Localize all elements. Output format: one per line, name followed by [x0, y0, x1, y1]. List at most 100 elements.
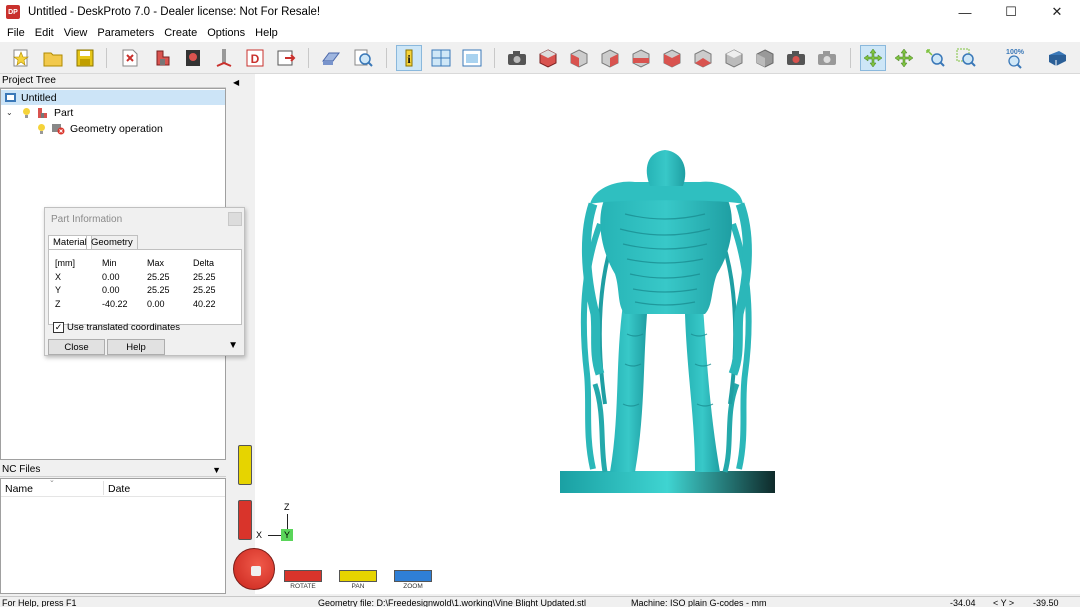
menu-create[interactable]: Create: [159, 27, 202, 39]
top-view-button[interactable]: [721, 45, 747, 71]
tree-item-untitled[interactable]: Untitled: [1, 90, 225, 105]
cube-back-icon: [601, 49, 619, 68]
open-project-button[interactable]: [40, 45, 66, 71]
bottom-view-button[interactable]: [690, 45, 716, 71]
camera-icon: [508, 51, 526, 65]
part-parameters-button[interactable]: [149, 45, 175, 71]
menu-options[interactable]: Options: [202, 27, 250, 39]
chevron-down-icon[interactable]: ⌄: [6, 108, 16, 117]
pan-mode-button[interactable]: [891, 45, 917, 71]
maximize-button[interactable]: ☐: [988, 0, 1034, 24]
zoom-control[interactable]: [394, 570, 432, 582]
table-row-z-axis: Z: [55, 299, 61, 309]
rotate-dial-center: [251, 566, 261, 576]
rotate-control[interactable]: [284, 570, 322, 582]
camera-gray-icon: [818, 51, 836, 65]
close-button[interactable]: Close: [48, 339, 105, 355]
minimize-button[interactable]: —: [942, 0, 988, 24]
simulation-button[interactable]: [318, 45, 344, 71]
translated-coordinates-checkbox[interactable]: ✓: [53, 322, 64, 333]
column-date[interactable]: Date: [108, 483, 130, 495]
pan-control[interactable]: [339, 570, 377, 582]
snapshot-button[interactable]: [814, 45, 840, 71]
tool-button[interactable]: [211, 45, 237, 71]
nc-files-title: NC Files: [2, 464, 41, 475]
rotate-arrows-icon: [863, 48, 883, 68]
rotate-mode-button[interactable]: [860, 45, 886, 71]
menu-help[interactable]: Help: [250, 27, 283, 39]
dxf-button[interactable]: D: [242, 45, 268, 71]
cutting-tool-icon: [216, 49, 232, 67]
view-window-button[interactable]: [459, 45, 485, 71]
split-view-button[interactable]: [428, 45, 454, 71]
dialog-title: Part Information: [51, 214, 123, 225]
tree-item-label: Part: [54, 106, 74, 119]
save-icon: [76, 49, 94, 67]
export-button[interactable]: [273, 45, 299, 71]
simulation-icon: [322, 52, 340, 65]
help-book-button[interactable]: [1044, 45, 1070, 71]
tree-item-geometry-operation[interactable]: Geometry operation: [1, 121, 163, 136]
save-project-button[interactable]: [72, 45, 98, 71]
front-view-button[interactable]: [566, 45, 592, 71]
shaded-view-button[interactable]: [752, 45, 778, 71]
iso-view-button[interactable]: [535, 45, 561, 71]
tree-item-part[interactable]: ⌄ Part: [1, 105, 73, 120]
close-window-button[interactable]: ✕: [1034, 0, 1080, 24]
zoom-magnifier-icon: [926, 49, 945, 67]
geometry-operation-icon: [52, 124, 65, 135]
nc-files-column-header: Name ⌄ Date: [1, 477, 225, 497]
menu-edit[interactable]: Edit: [30, 27, 59, 39]
table-row-y-delta: 25.25: [193, 285, 216, 295]
operation-parameters-button[interactable]: [180, 45, 206, 71]
cube-bottom-icon: [694, 49, 712, 68]
zoom-mode-button[interactable]: [922, 45, 948, 71]
zoom-window-button[interactable]: [953, 45, 979, 71]
rotate-slider[interactable]: [238, 500, 252, 540]
table-row-x-axis: X: [55, 272, 62, 282]
dropdown-arrow-icon[interactable]: ▼: [212, 463, 221, 477]
part-model-view: [560, 150, 775, 493]
part-information-button[interactable]: i: [396, 45, 422, 71]
main-toolbar: D i 100%: [0, 42, 1080, 74]
left-view-button[interactable]: [628, 45, 654, 71]
title-bar: DP Untitled - DeskProto 7.0 - Dealer lic…: [0, 0, 1080, 24]
back-view-button[interactable]: [597, 45, 623, 71]
column-divider[interactable]: [103, 481, 104, 495]
table-row-z-delta: 40.22: [193, 299, 216, 309]
part-information-dialog: Part Information Material Geometry [mm] …: [44, 207, 245, 356]
zoom-label: ZOOM: [403, 583, 423, 590]
dimensions-table: [mm] Min Max Delta X 0.00 25.25 25.25 Y …: [48, 249, 242, 325]
right-view-button[interactable]: [659, 45, 685, 71]
new-project-button[interactable]: [8, 45, 34, 71]
cube-iso-icon: [539, 49, 557, 68]
column-name[interactable]: Name: [5, 483, 33, 495]
render-button[interactable]: [783, 45, 809, 71]
lightbulb-icon[interactable]: [21, 107, 32, 119]
help-button[interactable]: Help: [107, 339, 165, 355]
open-folder-icon: [43, 52, 63, 67]
menu-parameters[interactable]: Parameters: [92, 27, 159, 39]
nc-files-list: Name ⌄ Date: [0, 477, 226, 594]
zoom-window-icon: [956, 48, 976, 67]
nc-files-header: NC Files ▼: [0, 463, 226, 477]
expand-dialog-icon[interactable]: ▼: [228, 340, 238, 351]
table-row-x-delta: 25.25: [193, 272, 216, 282]
project-parameters-button[interactable]: [117, 45, 143, 71]
preview-button[interactable]: [350, 45, 376, 71]
project-tree-header: Project Tree: [0, 74, 226, 88]
status-help: For Help, press F1: [2, 598, 77, 607]
cube-left-icon: [632, 49, 650, 68]
menu-file[interactable]: File: [2, 27, 30, 39]
project-parameters-icon: [122, 49, 138, 67]
menu-view[interactable]: View: [59, 27, 93, 39]
pan-arrows-icon: [894, 48, 914, 68]
dialog-close-icon[interactable]: [228, 212, 242, 226]
pan-slider[interactable]: [238, 445, 252, 485]
3d-viewport[interactable]: Z X Y: [255, 74, 1080, 594]
camera-view-button[interactable]: [504, 45, 530, 71]
collapse-panel-icon[interactable]: ◀: [233, 78, 239, 87]
lightbulb-icon[interactable]: [36, 123, 47, 135]
zoom-100-button[interactable]: 100%: [1000, 45, 1030, 71]
tab-geometry[interactable]: Geometry: [86, 235, 138, 250]
